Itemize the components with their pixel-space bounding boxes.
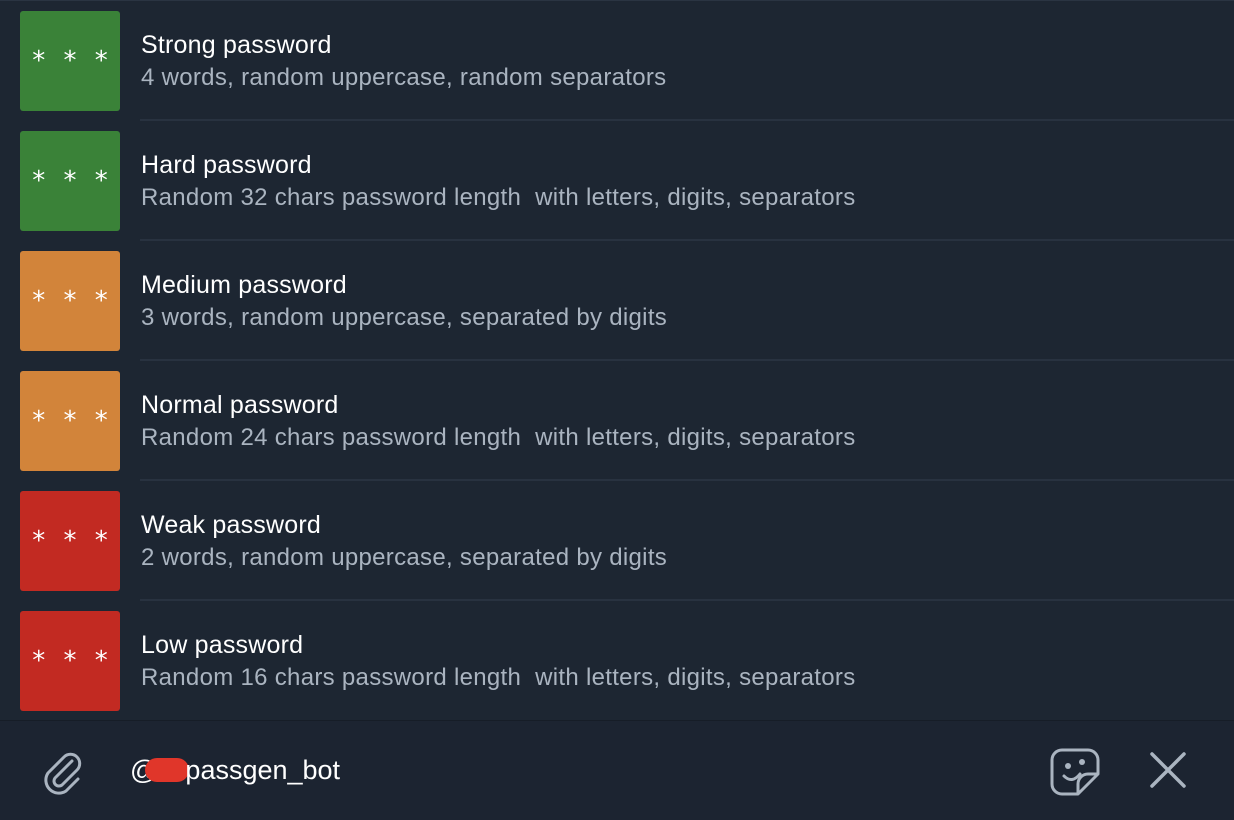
result-title: Hard password	[141, 151, 312, 179]
input-suffix: passgen_bot	[185, 755, 341, 785]
message-input[interactable]: @ passgen_bot	[130, 751, 1010, 791]
result-thumbnail: * * *	[20, 131, 120, 231]
message-input-text: @ passgen_bot	[130, 755, 340, 786]
sticker-button[interactable]	[1048, 744, 1104, 800]
redaction-mark	[145, 758, 190, 782]
result-description: Random 16 chars password length with let…	[141, 664, 856, 691]
result-description: 4 words, random uppercase, random separa…	[141, 64, 667, 91]
result-description: 2 words, random uppercase, separated by …	[141, 544, 668, 571]
result-thumbnail: * * *	[20, 371, 120, 471]
inline-bot-results-panel: * * * Strong password 4 words, random up…	[0, 0, 1234, 820]
result-item-normal[interactable]: * * * Normal password Random 24 chars pa…	[0, 361, 1234, 481]
result-item-hard[interactable]: * * * Hard password Random 32 chars pass…	[0, 121, 1234, 241]
result-description: 3 words, random uppercase, separated by …	[141, 304, 668, 331]
result-thumbnail: * * *	[20, 11, 120, 111]
inline-results-list: * * * Strong password 4 words, random up…	[0, 0, 1234, 720]
result-item-strong[interactable]: * * * Strong password 4 words, random up…	[0, 1, 1234, 121]
result-item-weak[interactable]: * * * Weak password 2 words, random uppe…	[0, 481, 1234, 601]
result-thumbnail: * * *	[20, 251, 120, 351]
result-thumbnail: * * *	[20, 611, 120, 711]
result-title: Weak password	[141, 511, 321, 539]
result-title: Normal password	[141, 391, 339, 419]
result-description: Random 24 chars password length with let…	[141, 424, 856, 451]
sticker-icon	[1050, 748, 1100, 796]
result-description: Random 32 chars password length with let…	[141, 184, 856, 211]
result-title: Medium password	[141, 271, 347, 299]
result-title: Low password	[141, 631, 304, 659]
result-item-low[interactable]: * * * Low password Random 16 chars passw…	[0, 601, 1234, 721]
result-thumbnail: * * *	[20, 491, 120, 591]
close-button[interactable]	[1144, 746, 1192, 794]
attach-button[interactable]	[34, 743, 90, 799]
result-title: Strong password	[141, 31, 332, 59]
close-icon	[1150, 752, 1186, 788]
paperclip-icon	[44, 752, 82, 795]
result-item-medium[interactable]: * * * Medium password 3 words, random up…	[0, 241, 1234, 361]
